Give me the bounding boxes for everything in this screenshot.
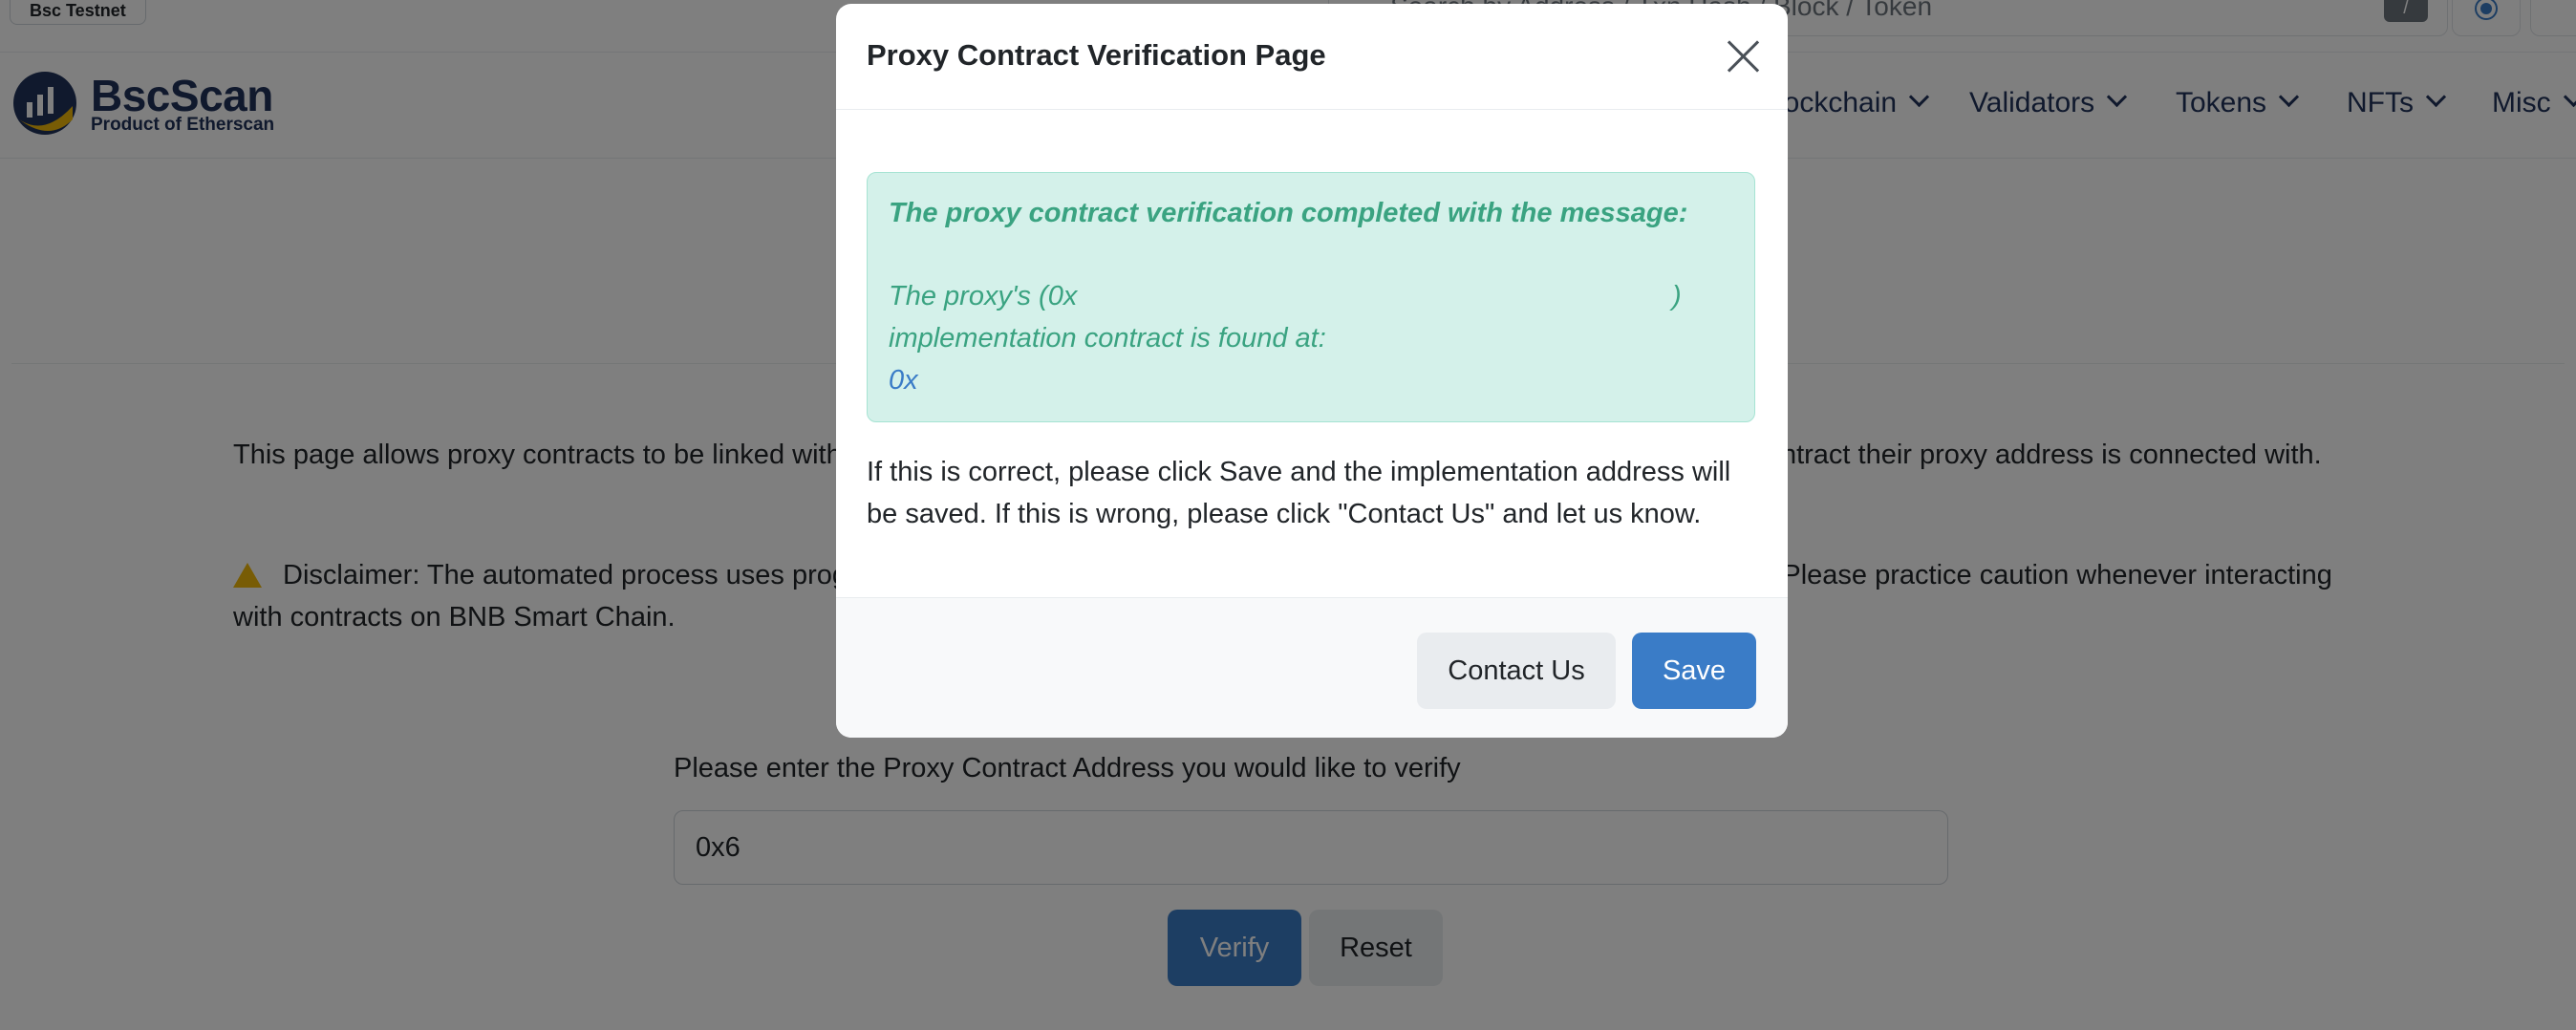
implementation-address-link[interactable]: 0x — [889, 359, 918, 401]
close-icon[interactable] — [1725, 38, 1761, 75]
modal-footer: Contact Us Save — [836, 597, 1788, 738]
alert-heading: The proxy contract verification complete… — [889, 198, 1688, 228]
contact-us-button[interactable]: Contact Us — [1417, 633, 1616, 709]
alert-proxy-line-end: ) — [1672, 281, 1682, 311]
save-button[interactable]: Save — [1632, 633, 1756, 709]
alert-proxy-line: The proxy's (0x — [889, 281, 1078, 311]
modal-header: Proxy Contract Verification Page — [836, 4, 1788, 110]
modal-title: Proxy Contract Verification Page — [867, 38, 1326, 72]
alert-implementation-line: implementation contract is found at: — [889, 323, 1326, 354]
verification-result-alert: The proxy contract verification complete… — [867, 172, 1755, 422]
modal-instructions: If this is correct, please click Save an… — [867, 457, 1731, 529]
proxy-verification-modal: Proxy Contract Verification Page The pro… — [836, 4, 1788, 738]
